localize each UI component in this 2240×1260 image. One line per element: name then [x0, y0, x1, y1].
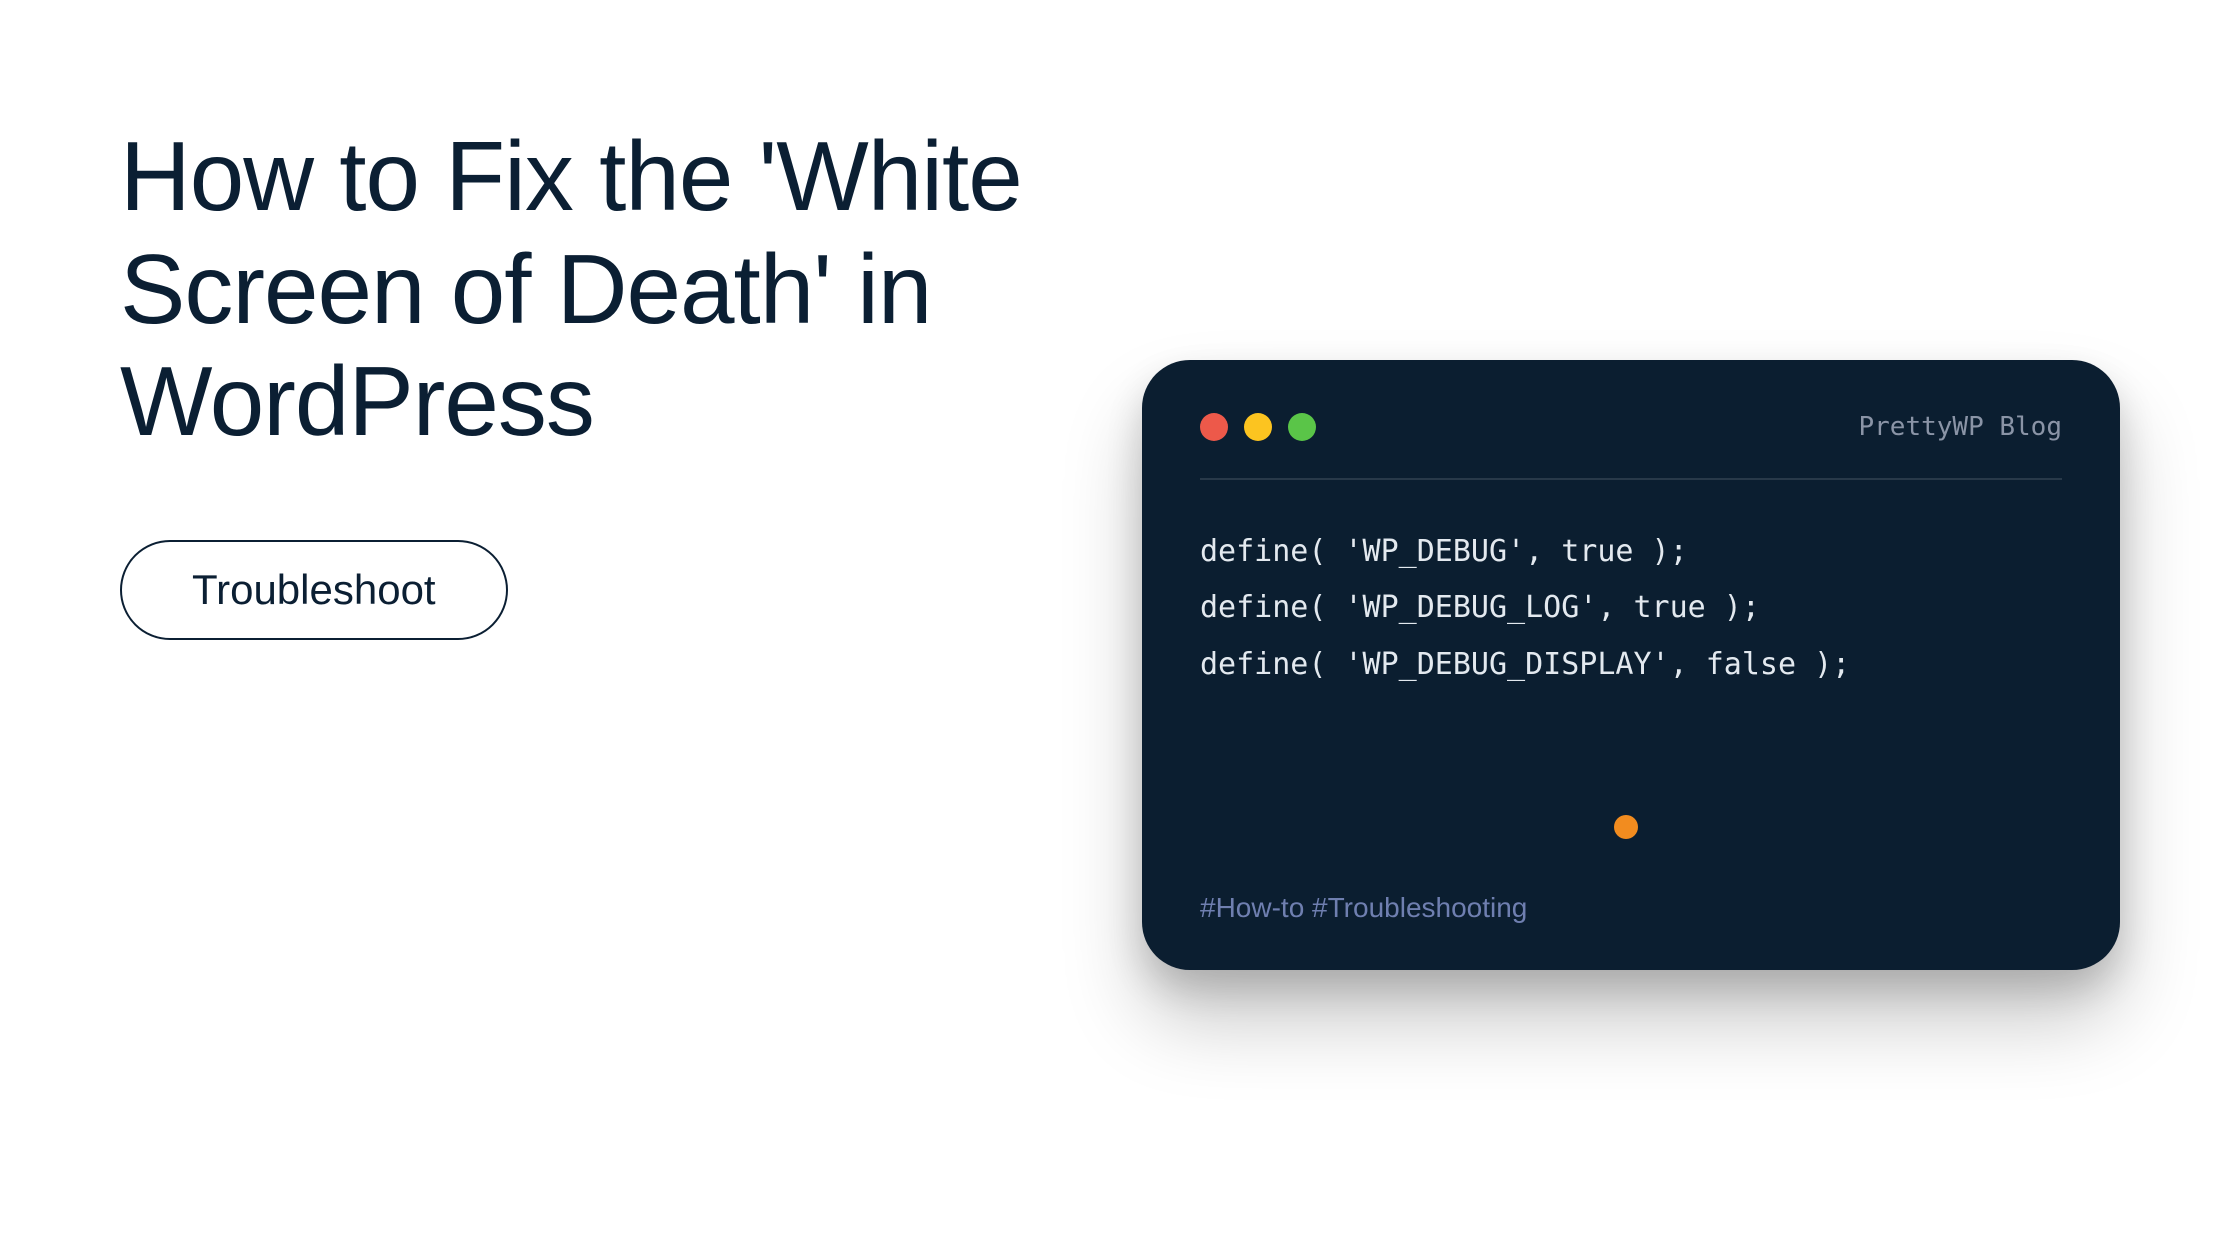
window-controls	[1200, 413, 1316, 441]
terminal-header: PrettyWP Blog	[1200, 412, 2062, 442]
cursor-dot-icon	[1614, 815, 1638, 839]
close-icon[interactable]	[1200, 413, 1228, 441]
right-column: PrettyWP Blog define( 'WP_DEBUG', true )…	[1080, 120, 2120, 970]
page-title: How to Fix the 'White Screen of Death' i…	[120, 120, 1080, 458]
left-column: How to Fix the 'White Screen of Death' i…	[120, 120, 1080, 640]
terminal-divider	[1200, 478, 2062, 480]
minimize-icon[interactable]	[1244, 413, 1272, 441]
maximize-icon[interactable]	[1288, 413, 1316, 441]
troubleshoot-button[interactable]: Troubleshoot	[120, 540, 508, 640]
code-block: define( 'WP_DEBUG', true ); define( 'WP_…	[1200, 524, 2062, 804]
terminal-brand-label: PrettyWP Blog	[1859, 412, 2063, 442]
terminal-window: PrettyWP Blog define( 'WP_DEBUG', true )…	[1142, 360, 2120, 970]
page-container: How to Fix the 'White Screen of Death' i…	[0, 0, 2240, 1260]
terminal-tags: #How-to #Troubleshooting	[1200, 892, 2062, 924]
